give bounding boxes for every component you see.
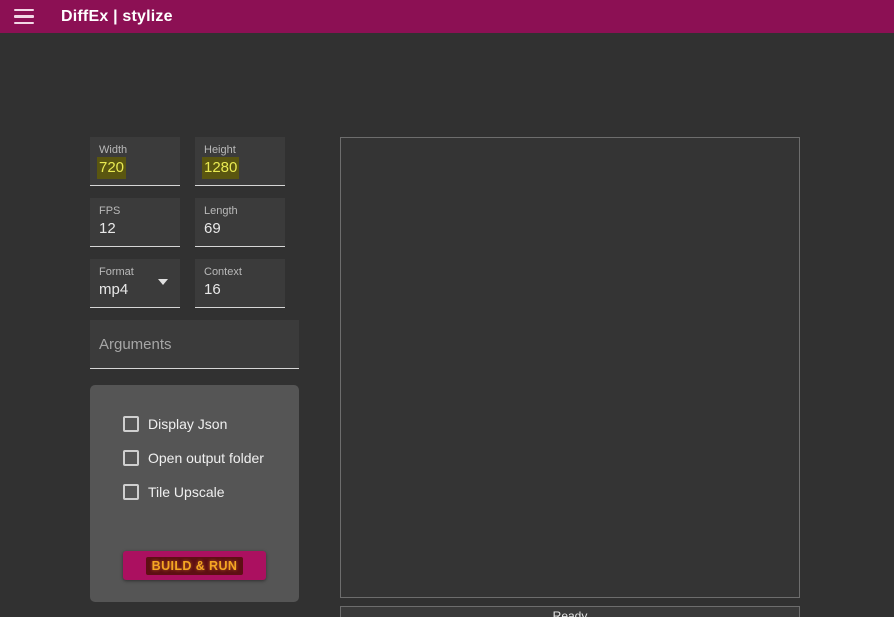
build-and-run-label: BUILD & RUN	[145, 556, 244, 575]
length-field[interactable]: Length 69	[195, 198, 285, 247]
length-value: 69	[204, 220, 221, 237]
app-title: DiffEx | stylize	[61, 7, 173, 25]
preview-panel[interactable]	[340, 137, 800, 598]
context-value: 16	[204, 281, 221, 298]
format-label: Format	[99, 266, 134, 278]
chevron-down-icon[interactable]	[158, 279, 168, 285]
title-bar: DiffEx | stylize	[0, 0, 894, 33]
settings-column: Width 720 Height 1280 FPS 12 Length 69 F…	[90, 137, 299, 602]
checkbox-row-open-output-folder[interactable]: Open output folder	[90, 441, 299, 475]
field-row-format: Format mp4 Context 16	[90, 259, 299, 308]
checkbox-label-display-json: Display Json	[148, 416, 228, 432]
fps-field[interactable]: FPS 12	[90, 198, 180, 247]
build-and-run-button[interactable]: BUILD & RUN	[123, 551, 266, 580]
context-label: Context	[204, 266, 242, 278]
hamburger-bar-3	[14, 21, 34, 25]
hamburger-bar-1	[14, 8, 34, 12]
checkbox-row-display-json[interactable]: Display Json	[90, 407, 299, 441]
main-content: Width 720 Height 1280 FPS 12 Length 69 F…	[0, 33, 894, 617]
height-value: 1280	[202, 157, 240, 179]
width-label: Width	[99, 144, 128, 156]
format-value: mp4	[99, 281, 129, 298]
height-field[interactable]: Height 1280	[195, 137, 285, 186]
status-text: Ready	[552, 608, 588, 617]
length-label: Length	[204, 205, 238, 217]
checkbox-tile-upscale[interactable]	[123, 484, 139, 500]
checkbox-label-open-output-folder: Open output folder	[148, 450, 264, 466]
fps-label: FPS	[99, 205, 121, 217]
width-field[interactable]: Width 720	[90, 137, 180, 186]
checkbox-label-tile-upscale: Tile Upscale	[148, 484, 225, 500]
height-label: Height	[204, 144, 236, 156]
options-panel: Display Json Open output folder Tile Ups…	[90, 385, 299, 602]
checkbox-display-json[interactable]	[123, 416, 139, 432]
context-field[interactable]: Context 16	[195, 259, 285, 308]
field-row-timing: FPS 12 Length 69	[90, 198, 299, 247]
width-value: 720	[97, 157, 127, 179]
arguments-placeholder: Arguments	[99, 336, 172, 353]
fps-value: 12	[99, 220, 116, 237]
arguments-input[interactable]: Arguments	[90, 320, 299, 369]
hamburger-bar-2	[14, 15, 34, 18]
status-bar: Ready	[340, 606, 800, 617]
checkbox-open-output-folder[interactable]	[123, 450, 139, 466]
hamburger-menu-icon[interactable]	[12, 5, 36, 29]
checkbox-row-tile-upscale[interactable]: Tile Upscale	[90, 475, 299, 509]
field-row-dimensions: Width 720 Height 1280	[90, 137, 299, 186]
format-select[interactable]: Format mp4	[90, 259, 180, 308]
